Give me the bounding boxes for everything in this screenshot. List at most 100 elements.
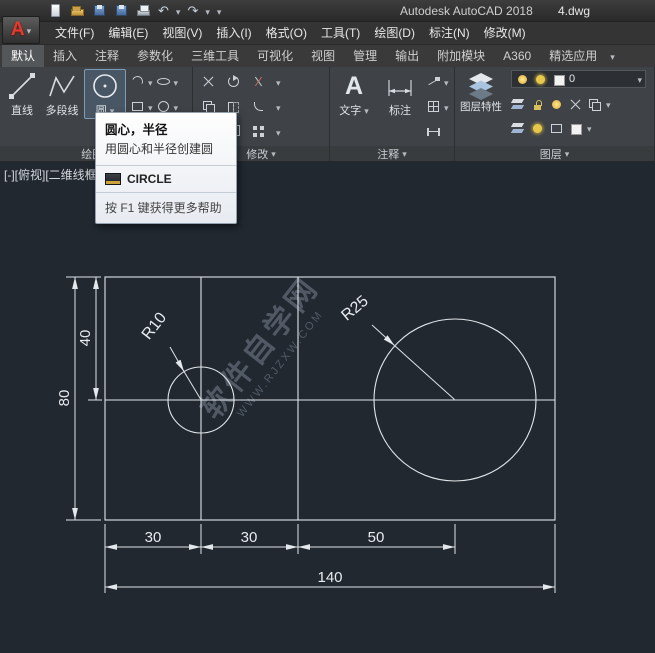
- tab-view[interactable]: 视图: [302, 45, 344, 67]
- open-file-button[interactable]: [70, 3, 85, 18]
- save-button[interactable]: [92, 3, 107, 18]
- tooltip-description: 用圆心和半径创建圆: [96, 140, 236, 165]
- redo-dropdown-icon[interactable]: [205, 2, 210, 20]
- ellipse-dropdown-icon[interactable]: [174, 73, 179, 91]
- fillet-tool-icon[interactable]: [251, 99, 266, 114]
- trim-tool-icon[interactable]: [251, 74, 266, 89]
- dimension-tool-button[interactable]: 标注: [380, 70, 420, 118]
- dim-text-30a[interactable]: 30: [145, 529, 162, 546]
- leader-r25-arrow[interactable]: [372, 325, 395, 346]
- dim-text-140[interactable]: 140: [317, 569, 342, 586]
- layer-select-combo[interactable]: 0: [511, 70, 646, 88]
- qat-customize-dropdown-icon[interactable]: [217, 2, 222, 20]
- tooltip-title: 圆心，半径: [96, 113, 236, 140]
- dimension-icon: [385, 71, 415, 101]
- ellipse-tool-icon[interactable]: [156, 74, 171, 89]
- layer-color-tool-icon[interactable]: [568, 121, 583, 136]
- rotate-tool-icon[interactable]: [226, 74, 241, 89]
- tab-add-ins[interactable]: 附加模块: [428, 45, 494, 67]
- save-as-button[interactable]: [114, 3, 129, 18]
- leader-r10-arrow[interactable]: [170, 347, 184, 372]
- watermark: 软件自学网 WWW.RJZXW.COM: [194, 270, 337, 434]
- leader-tool-icon[interactable]: [426, 74, 441, 89]
- text-dropdown-icon[interactable]: [364, 105, 369, 117]
- tab-annotate[interactable]: 注释: [86, 45, 128, 67]
- viewport-controls: [-][俯视][二维线框]: [4, 166, 100, 183]
- polyline-tool-button[interactable]: 多段线: [42, 70, 82, 118]
- text-icon: A: [334, 71, 374, 101]
- current-layer-name: 0: [569, 73, 634, 85]
- plot-button[interactable]: [136, 3, 151, 18]
- tab-featured-apps[interactable]: 精选应用: [540, 45, 606, 67]
- layer-properties-button[interactable]: 图层特性: [458, 70, 504, 113]
- panel-label-layers[interactable]: 图层: [455, 146, 654, 161]
- viewport-view-control[interactable]: [俯视]: [15, 168, 46, 182]
- radius-text-r25[interactable]: R25: [338, 293, 371, 325]
- menu-format[interactable]: 格式(O): [259, 22, 314, 45]
- leader-dropdown-icon[interactable]: [444, 73, 449, 91]
- menu-draw[interactable]: 绘图(D): [367, 22, 422, 45]
- menu-modify[interactable]: 修改(M): [477, 22, 533, 45]
- application-menu-button[interactable]: A: [2, 16, 40, 44]
- outline-rectangle[interactable]: [105, 277, 555, 520]
- layer-vpfreeze-icon[interactable]: [549, 121, 564, 136]
- new-file-button[interactable]: [48, 3, 63, 18]
- redo-button[interactable]: ↷: [187, 3, 198, 18]
- layer-match-icon[interactable]: [587, 97, 602, 112]
- dim-text-40[interactable]: 40: [77, 330, 94, 347]
- layer-freeze-icon[interactable]: [530, 121, 545, 136]
- layer-state-icon[interactable]: [511, 97, 526, 112]
- trim-dropdown-icon[interactable]: [276, 73, 281, 91]
- radius-text-r10[interactable]: R10: [139, 309, 171, 343]
- tab-output[interactable]: 输出: [386, 45, 428, 67]
- dim-text-80[interactable]: 80: [56, 390, 73, 407]
- undo-dropdown-icon[interactable]: [176, 2, 181, 20]
- window-title: Autodesk AutoCAD 2018: [400, 4, 533, 18]
- ribbon-options-dropdown-icon[interactable]: [610, 47, 615, 65]
- panel-label-annotate[interactable]: 注释: [330, 146, 454, 161]
- tab-manage[interactable]: 管理: [344, 45, 386, 67]
- table-tool-icon[interactable]: [426, 99, 441, 114]
- leader-r25-tail[interactable]: [395, 346, 455, 400]
- circle-tool-button[interactable]: 圆: [85, 70, 125, 118]
- viewport-visual-style-control[interactable]: [二维线框]: [45, 168, 100, 182]
- menu-insert[interactable]: 插入(I): [209, 22, 258, 45]
- menu-edit[interactable]: 编辑(E): [101, 22, 155, 45]
- tab-visualize[interactable]: 可视化: [248, 45, 302, 67]
- tab-3d-tools[interactable]: 三维工具: [182, 45, 248, 67]
- dim-text-50[interactable]: 50: [368, 529, 385, 546]
- undo-button[interactable]: ↶: [158, 3, 169, 18]
- dim-text-30b[interactable]: 30: [241, 529, 258, 546]
- table-dropdown-icon[interactable]: [444, 98, 449, 116]
- array-dropdown-icon[interactable]: [276, 123, 281, 141]
- leader-r10-tail[interactable]: [184, 372, 201, 400]
- move-tool-icon[interactable]: [201, 74, 216, 89]
- menu-file[interactable]: 文件(F): [48, 22, 101, 45]
- layer-off-icon[interactable]: [549, 97, 564, 112]
- arc-dropdown-icon[interactable]: [148, 73, 153, 91]
- arc-tool-icon[interactable]: [130, 74, 145, 89]
- layer-more-dropdown-icon[interactable]: [587, 119, 592, 137]
- fillet-dropdown-icon[interactable]: [276, 98, 281, 116]
- menu-view[interactable]: 视图(V): [155, 22, 209, 45]
- tab-a360[interactable]: A360: [494, 45, 540, 67]
- dimension-tool-label: 标注: [380, 102, 420, 118]
- tooltip-command-name: CIRCLE: [127, 172, 172, 186]
- tab-parametric[interactable]: 参数化: [128, 45, 182, 67]
- tab-insert[interactable]: 插入: [44, 45, 86, 67]
- menu-dimension[interactable]: 标注(N): [422, 22, 477, 45]
- layer-walk-icon[interactable]: [511, 121, 526, 136]
- line-tool-button[interactable]: 直线: [2, 70, 42, 118]
- panel-annotate-label-text: 注释: [377, 146, 399, 162]
- dimstyle-tool-icon[interactable]: [426, 124, 441, 139]
- layer-lock-icon[interactable]: [530, 97, 545, 112]
- layer-isolate-icon[interactable]: [568, 97, 583, 112]
- array-tool-icon[interactable]: [251, 124, 266, 139]
- menu-tools[interactable]: 工具(T): [314, 22, 367, 45]
- viewport-minimize-control[interactable]: [-]: [4, 168, 15, 182]
- tab-home[interactable]: 默认: [2, 45, 44, 67]
- layer-tools-dropdown-icon[interactable]: [606, 95, 611, 113]
- text-tool-button[interactable]: A 文字: [334, 70, 374, 118]
- command-line-icon: [105, 173, 121, 185]
- drawing-canvas[interactable]: 软件自学网 WWW.RJZXW.COM 80: [0, 162, 655, 653]
